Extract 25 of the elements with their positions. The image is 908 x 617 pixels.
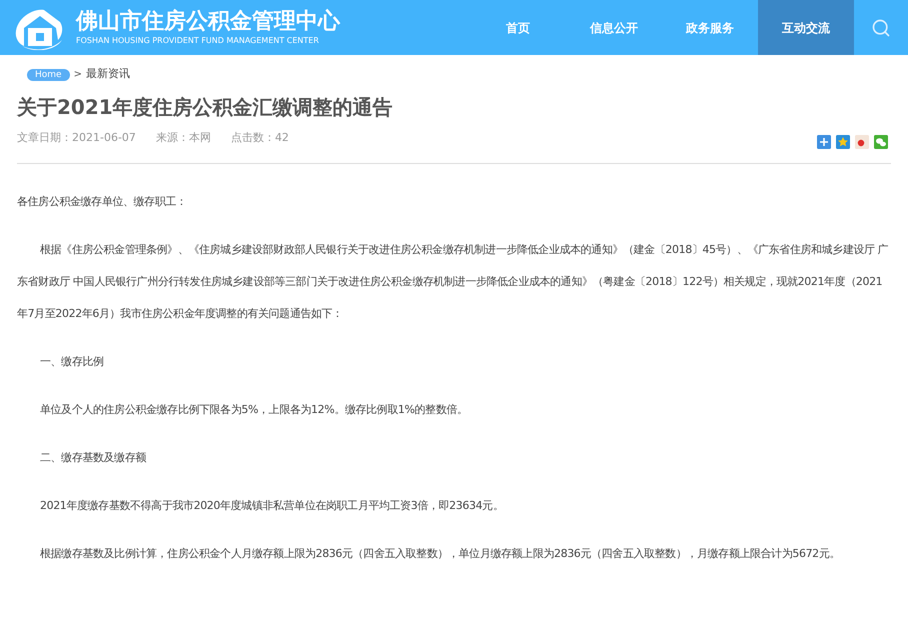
article-paragraph: 根据《住房公积金管理条例》、《住房城乡建设部财政部人民银行关于改进住房公积金缴存机制进一步降低企业成本的通知》（建金〔2018〕45号）、《广东省住房和城乡建设厅 广东省财政厅 中国人民银行广州分行转发住房城乡建设部等三部门关于改进住房公积金缴存机制进一步降低企业成本的通知》（粤建金〔2018〕122号）相关规定，现就2021年度（2021年7月至2022年6月）我市住房公积金年度调整的有关问题通告如下： [17, 242, 890, 322]
breadcrumb-separator: > [74, 68, 82, 82]
article-paragraph: 各住房公积金缴存单位、缴存职工： [17, 194, 188, 210]
weibo-icon[interactable] [855, 135, 869, 149]
article-paragraph: 二、缴存基数及缴存额 [39, 450, 148, 466]
star-icon[interactable] [836, 135, 850, 149]
article-meta: 文章日期：2021-06-07 [17, 130, 136, 146]
wechat-icon[interactable] [874, 135, 888, 149]
site-title: 佛山市住房公积金管理中心 [76, 8, 340, 34]
article-meta: 点击数：42 [230, 130, 289, 146]
nav-tab[interactable]: 政务服务 [662, 0, 758, 55]
share-plus-icon[interactable] [817, 135, 831, 149]
article-paragraph: 单位及个人的住房公积金缴存比例下限各为5%，上限各为12%。缴存比例取1%的整数倍。 [39, 402, 469, 418]
site-subtitle: FOSHAN HOUSING PROVIDENT FUND MANAGEMENT CENTER [76, 34, 320, 46]
breadcrumb-current: 最新资讯 [86, 66, 130, 82]
nav-tab[interactable]: 信息公开 [566, 0, 662, 55]
search-icon[interactable] [871, 18, 891, 38]
article-paragraph: 一、缴存比例 [39, 354, 105, 370]
article-paragraph: 2021年度缴存基数不得高于我市2020年度城镇非私营单位在岗职工月平均工资3倍，即23634元。 [39, 498, 504, 514]
nav-tab[interactable]: 首页 [470, 0, 566, 55]
home-link[interactable]: Home [27, 68, 70, 80]
article-title: 关于2021年度住房公积金汇缴调整的通告 [17, 94, 394, 120]
article-paragraph: 根据缴存基数及比例计算，住房公积金个人月缴存额上限为2836元（四舍五入取整数），单位月缴存额上限为2836元（四舍五入取整数），月缴存额上限合计为5672元。 [39, 546, 841, 562]
nav-tab[interactable]: 互动交流 [758, 0, 854, 55]
article-meta: 来源：本网 [156, 130, 211, 146]
